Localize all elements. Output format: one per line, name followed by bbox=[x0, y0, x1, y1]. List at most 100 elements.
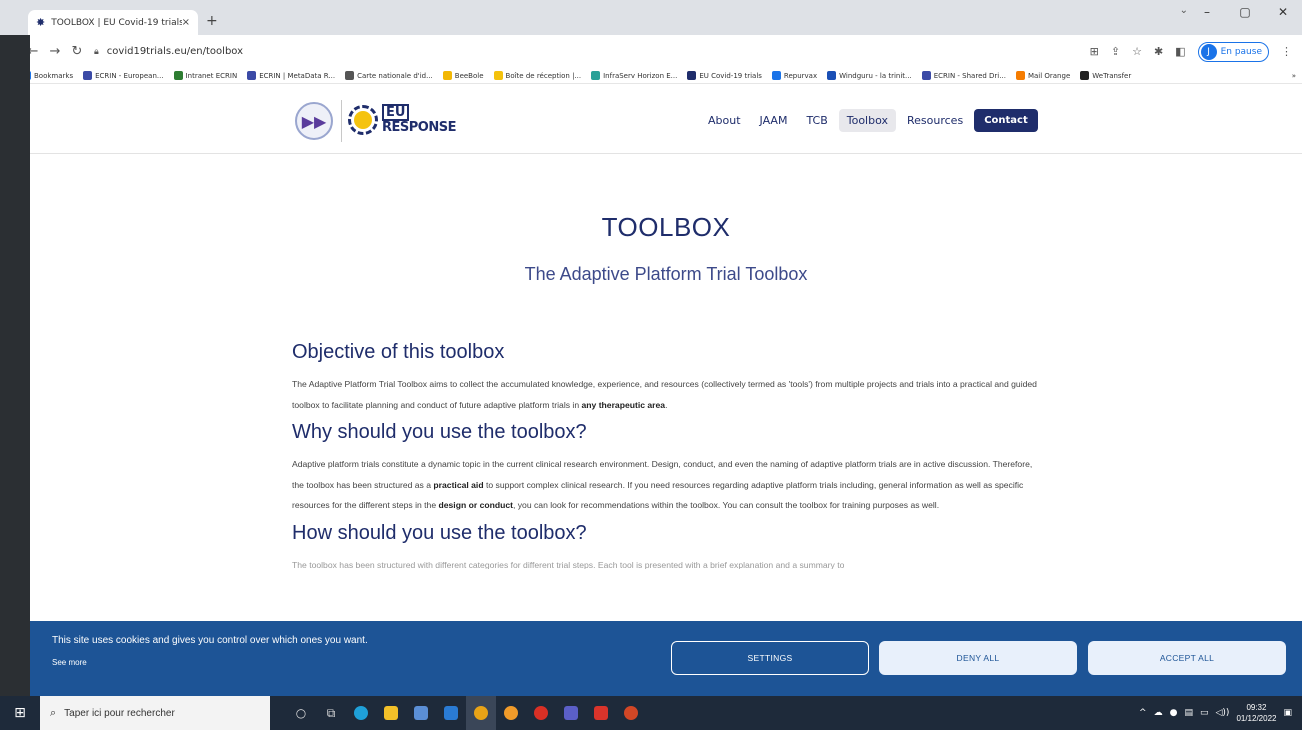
bookmark-item[interactable]: ECRIN - Shared Dri... bbox=[921, 71, 1006, 80]
cookie-settings-button[interactable]: SETTINGS bbox=[671, 641, 869, 675]
app-red-icon[interactable] bbox=[526, 696, 556, 730]
bookmark-icon bbox=[493, 71, 503, 80]
how-paragraph-partial: The toolbox has been structured with dif… bbox=[292, 559, 845, 569]
bookmark-icon bbox=[442, 71, 452, 80]
tab-close-icon[interactable]: × bbox=[182, 17, 190, 28]
window-controls: – ▢ ✕ bbox=[1188, 0, 1302, 35]
nav-about[interactable]: About bbox=[700, 109, 749, 132]
task-view-icon[interactable]: ⧉ bbox=[316, 696, 346, 730]
app-orange-icon[interactable] bbox=[496, 696, 526, 730]
contact-button[interactable]: Contact bbox=[974, 109, 1038, 132]
tab-search-chevron-icon[interactable]: ⌄ bbox=[1180, 5, 1188, 16]
bookmark-item[interactable]: BeeBole bbox=[442, 71, 484, 80]
close-window-icon[interactable]: ✕ bbox=[1264, 0, 1302, 35]
nav-tcb[interactable]: TCB bbox=[798, 109, 835, 132]
bookmark-item[interactable]: EU Covid-19 trials bbox=[687, 71, 762, 80]
main-content: TOOLBOX The Adaptive Platform Trial Tool… bbox=[30, 155, 1302, 621]
bookmark-item[interactable]: WeTransfer bbox=[1080, 71, 1131, 80]
cookie-message: This site uses cookies and gives you con… bbox=[52, 635, 368, 646]
translate-icon[interactable]: ⊞ bbox=[1090, 45, 1099, 58]
clock[interactable]: 09:32 01/12/2022 bbox=[1236, 702, 1276, 724]
bookmark-icon bbox=[1015, 71, 1025, 80]
bookmark-item[interactable]: Carte nationale d'id... bbox=[345, 71, 433, 80]
volume-icon[interactable]: ◁)) bbox=[1215, 708, 1229, 718]
logo-eu-text: EU bbox=[382, 104, 410, 121]
desktop-edge bbox=[0, 35, 30, 696]
star-icon[interactable]: ☆ bbox=[1132, 45, 1142, 58]
display-icon[interactable]: ▭ bbox=[1200, 708, 1209, 718]
menu-dots-icon[interactable]: ⋮ bbox=[1281, 45, 1292, 58]
eu-favicon-icon: ✸ bbox=[36, 16, 46, 29]
acrobat-icon[interactable] bbox=[586, 696, 616, 730]
browser-tab[interactable]: ✸ TOOLBOX | EU Covid-19 trials × bbox=[28, 10, 198, 35]
fast-forward-logo-icon[interactable]: ▶▶ bbox=[295, 102, 333, 140]
forward-arrow-icon[interactable]: → bbox=[44, 44, 66, 59]
reload-icon[interactable]: ↻ bbox=[66, 44, 88, 59]
cookie-deny-all-button[interactable]: DENY ALL bbox=[879, 641, 1077, 675]
bookmark-item[interactable]: Repurvax bbox=[771, 71, 817, 80]
minimize-icon[interactable]: – bbox=[1188, 0, 1226, 35]
taskbar-search[interactable]: ⌕ Taper ici pour rechercher bbox=[40, 696, 270, 730]
profile-button[interactable]: J En pause bbox=[1197, 41, 1269, 62]
bookmark-item[interactable]: InfraServ Horizon E... bbox=[591, 71, 677, 80]
powerpoint-icon[interactable] bbox=[616, 696, 646, 730]
nav-toolbox[interactable]: Toolbox bbox=[838, 109, 896, 132]
teams-icon[interactable] bbox=[556, 696, 586, 730]
bookmark-item[interactable]: Windguru - la trinit... bbox=[827, 71, 912, 80]
outlook-icon[interactable] bbox=[436, 696, 466, 730]
browser-toolbar: ← → ↻ 🔒︎ covid19trials.eu/en/toolbox ⊞ ⇪… bbox=[22, 35, 1302, 68]
network-icon[interactable]: ▤ bbox=[1184, 708, 1193, 718]
how-heading: How should you use the toolbox? bbox=[292, 521, 587, 544]
bookmark-icon bbox=[827, 71, 837, 80]
nav-resources[interactable]: Resources bbox=[899, 109, 971, 132]
cookie-accept-all-button[interactable]: ACCEPT ALL bbox=[1088, 641, 1286, 675]
file-explorer-icon[interactable] bbox=[376, 696, 406, 730]
sidepanel-icon[interactable]: ◧ bbox=[1175, 45, 1185, 58]
onedrive-icon[interactable]: ☁ bbox=[1154, 708, 1163, 718]
cookie-banner: This site uses cookies and gives you con… bbox=[30, 621, 1302, 696]
share-icon[interactable]: ⇪ bbox=[1111, 45, 1120, 58]
cookie-see-more-link[interactable]: See more bbox=[52, 658, 87, 667]
bookmark-item[interactable]: Mail Orange bbox=[1015, 71, 1070, 80]
nav-jaam[interactable]: JAAM bbox=[752, 109, 796, 132]
eu-response-logo[interactable]: EU RESPONSE bbox=[382, 104, 456, 135]
new-tab-button[interactable]: + bbox=[206, 13, 218, 29]
taskbar-search-placeholder: Taper ici pour rechercher bbox=[64, 707, 175, 719]
profile-status: En pause bbox=[1220, 46, 1262, 57]
article-body: Objective of this toolbox The Adaptive P… bbox=[292, 341, 1037, 575]
search-icon: ⌕ bbox=[50, 706, 57, 719]
chrome-icon[interactable] bbox=[466, 696, 496, 730]
url-text: covid19trials.eu/en/toolbox bbox=[106, 46, 244, 57]
bookmark-icon bbox=[83, 71, 93, 80]
address-bar[interactable]: 🔒︎ covid19trials.eu/en/toolbox bbox=[94, 40, 1090, 64]
bookmark-item[interactable]: ECRIN | MetaData R... bbox=[247, 71, 335, 80]
tray-chevron-icon[interactable]: ^ bbox=[1139, 708, 1147, 718]
browser-tab-bar: ✸ TOOLBOX | EU Covid-19 trials × + ⌄ – ▢… bbox=[0, 0, 1302, 35]
windows-start-icon[interactable]: ⊞ bbox=[0, 705, 40, 721]
windows-taskbar: ⊞ ⌕ Taper ici pour rechercher ○ ⧉ ^ ☁ ● … bbox=[0, 696, 1302, 730]
site-header: ▶▶ EU RESPONSE About JAAM TCB Toolbox Re… bbox=[30, 85, 1302, 154]
page-title: TOOLBOX bbox=[601, 212, 731, 242]
microphone-icon[interactable]: ● bbox=[1170, 708, 1178, 718]
edge-icon[interactable] bbox=[346, 696, 376, 730]
objective-paragraph: The Adaptive Platform Trial Toolbox aims… bbox=[292, 379, 1037, 410]
bookmarks-more-button[interactable]: » bbox=[1292, 72, 1302, 80]
bookmark-item[interactable]: Intranet ECRIN bbox=[173, 71, 237, 80]
bookmark-icon bbox=[247, 71, 257, 80]
maximize-icon[interactable]: ▢ bbox=[1226, 0, 1264, 35]
extensions-icon[interactable]: ✱ bbox=[1154, 45, 1163, 58]
dynamics-icon[interactable] bbox=[406, 696, 436, 730]
lock-icon: 🔒︎ bbox=[94, 46, 99, 57]
bookmark-icon bbox=[173, 71, 183, 80]
bookmark-icon bbox=[921, 71, 931, 80]
bookmark-icon bbox=[1080, 71, 1090, 80]
bookmark-item[interactable]: Boîte de réception |... bbox=[493, 71, 581, 80]
bookmark-icon bbox=[345, 71, 355, 80]
why-paragraph: Adaptive platform trials constitute a dy… bbox=[292, 459, 1033, 510]
cortana-icon[interactable]: ○ bbox=[286, 696, 316, 730]
clock-date: 01/12/2022 bbox=[1236, 714, 1277, 723]
objective-heading: Objective of this toolbox bbox=[292, 341, 505, 363]
bookmark-icon bbox=[591, 71, 601, 80]
bookmark-item[interactable]: ECRIN - European... bbox=[83, 71, 164, 80]
notifications-icon[interactable]: ▣ bbox=[1283, 708, 1292, 718]
